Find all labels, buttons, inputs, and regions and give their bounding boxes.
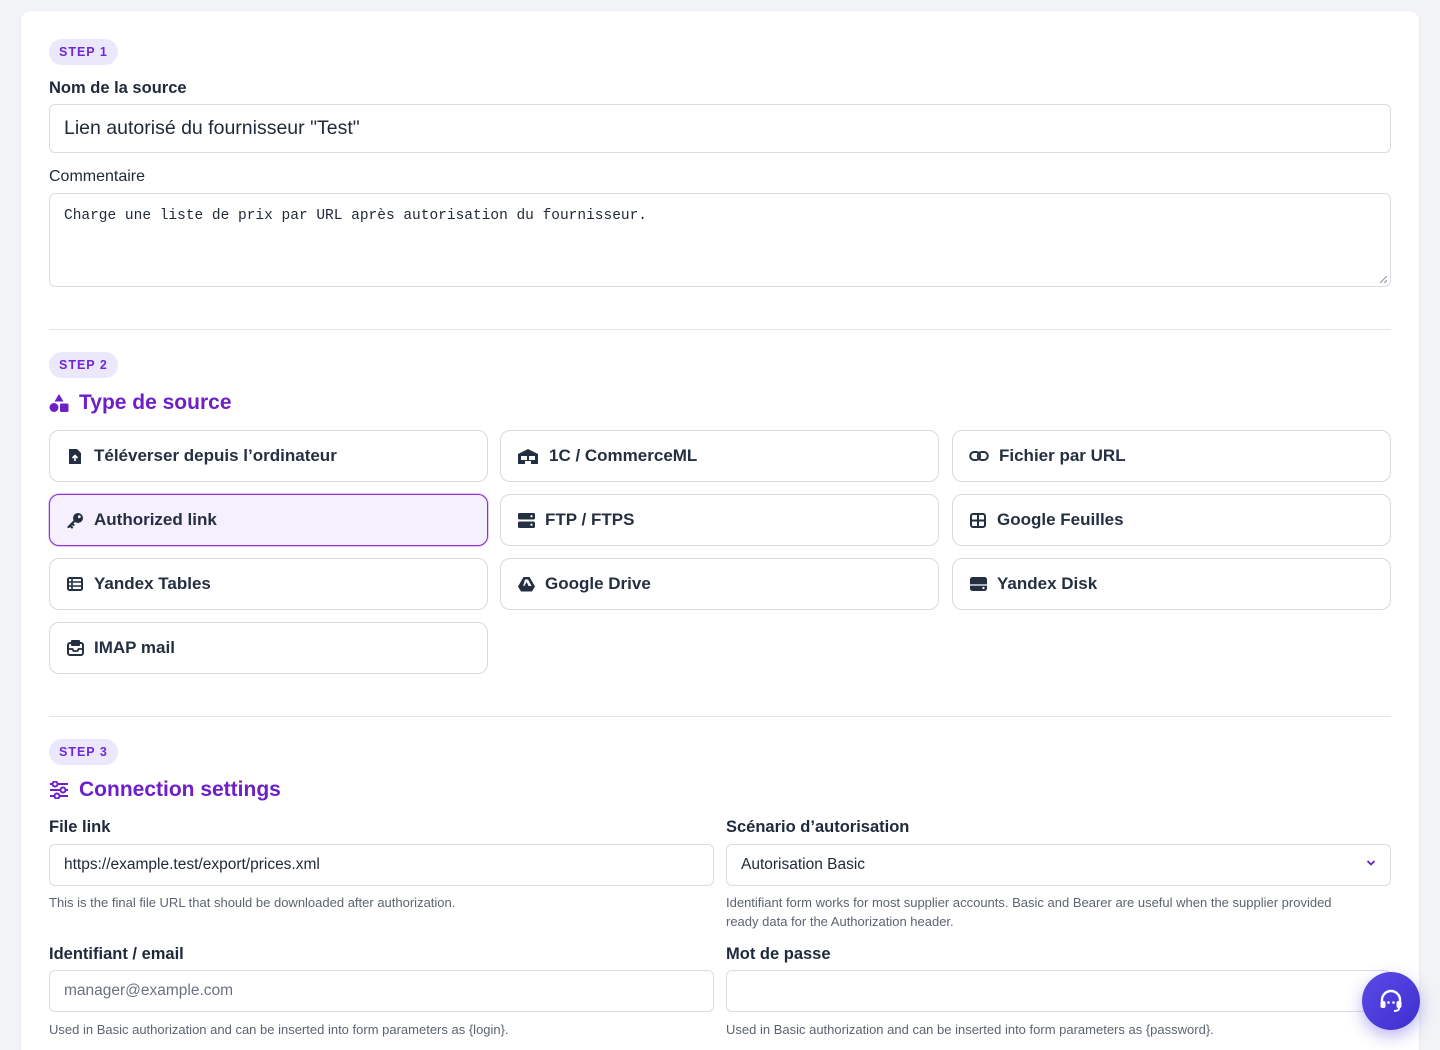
login-help: Used in Basic authorization and can be i…: [49, 1022, 509, 1037]
headset-icon: [1380, 989, 1402, 1012]
source-option-yandex-disk[interactable]: Yandex Disk: [952, 558, 1391, 610]
login-label: Identifiant / email: [49, 945, 184, 963]
source-option-label: IMAP mail: [94, 638, 175, 657]
source-option-label: Yandex Disk: [997, 574, 1098, 593]
source-option-label: Téléverser depuis l’ordinateur: [94, 446, 337, 465]
source-option-label: Authorized link: [94, 510, 217, 529]
source-name-input[interactable]: Lien autorisé du fournisseur "Test": [49, 104, 1391, 153]
source-option-label: Fichier par URL: [999, 446, 1126, 465]
auth-scenario-help: Identifiant form works for most supplier…: [726, 893, 1391, 931]
comment-text: Charge une liste de prix par URL après a…: [64, 208, 647, 224]
source-type-heading: Type de source: [49, 390, 232, 416]
source-option-imap[interactable]: IMAP mail: [49, 622, 488, 674]
comment-label: Commentaire: [49, 168, 146, 185]
shapes-icon: [49, 394, 69, 412]
source-name-label: Nom de la source: [49, 79, 187, 97]
source-option-label: Google Feuilles: [997, 510, 1124, 529]
warehouse-icon: [517, 447, 539, 465]
source-option-google-sheets[interactable]: Google Feuilles: [952, 494, 1391, 546]
server-icon: [517, 511, 535, 529]
link-icon: [969, 447, 989, 465]
file-link-label: File link: [49, 818, 111, 836]
auth-scenario-select[interactable]: Autorisation Basic: [726, 844, 1391, 886]
resize-grip-icon[interactable]: [1379, 275, 1387, 283]
source-option-label: Yandex Tables: [94, 574, 211, 593]
source-option-label: FTP / FTPS: [545, 510, 635, 529]
password-help: Used in Basic authorization and can be i…: [726, 1022, 1214, 1037]
file-link-input[interactable]: https://example.test/export/prices.xml: [49, 844, 714, 886]
auth-scenario-label: Scénario d’autorisation: [726, 818, 910, 836]
sliders-icon: [50, 781, 68, 799]
file-upload-icon: [66, 447, 84, 465]
password-input[interactable]: [726, 970, 1391, 1012]
login-input[interactable]: manager@example.com: [49, 970, 714, 1012]
google-drive-icon: [517, 575, 535, 593]
source-type-title: Type de source: [79, 391, 232, 414]
source-option-label: 1C / CommerceML: [549, 446, 698, 465]
connection-settings-title: Connection settings: [79, 778, 281, 801]
step-2-badge: STEP 2: [49, 352, 118, 378]
source-option-label: Google Drive: [545, 574, 651, 593]
key-icon: [66, 511, 84, 529]
support-chat-button[interactable]: [1362, 972, 1420, 1030]
file-link-help: This is the final file URL that should b…: [49, 895, 456, 910]
step-3-badge: STEP 3: [49, 739, 118, 765]
password-label: Mot de passe: [726, 945, 831, 963]
source-option-yandex-tables[interactable]: Yandex Tables: [49, 558, 488, 610]
auth-scenario-value: Autorisation Basic: [741, 856, 866, 873]
auth-scenario-help-line-1: Identifiant form works for most supplier…: [726, 895, 1332, 910]
source-option-authorized-link[interactable]: Authorized link: [49, 494, 488, 546]
inbox-icon: [66, 639, 84, 657]
divider-1: [49, 329, 1391, 330]
comment-textarea[interactable]: Charge une liste de prix par URL après a…: [49, 193, 1391, 287]
step-1-badge: STEP 1: [49, 39, 118, 65]
source-option-google-drive[interactable]: Google Drive: [500, 558, 939, 610]
hard-drive-icon: [969, 575, 987, 593]
chevron-down-icon: [1366, 860, 1376, 866]
auth-scenario-help-line-2: ready data for the Authorization header.: [726, 914, 954, 929]
source-option-upload[interactable]: Téléverser depuis l’ordinateur: [49, 430, 488, 482]
source-option-1c-commerceml[interactable]: 1C / CommerceML: [500, 430, 939, 482]
divider-2: [49, 716, 1391, 717]
source-option-ftp[interactable]: FTP / FTPS: [500, 494, 939, 546]
connection-settings-heading: Connection settings: [49, 777, 281, 803]
source-option-file-url[interactable]: Fichier par URL: [952, 430, 1391, 482]
table-grid-icon: [969, 511, 987, 529]
table-list-icon: [66, 575, 84, 593]
form-card: STEP 1 Nom de la source Lien autorisé du…: [21, 11, 1419, 1050]
